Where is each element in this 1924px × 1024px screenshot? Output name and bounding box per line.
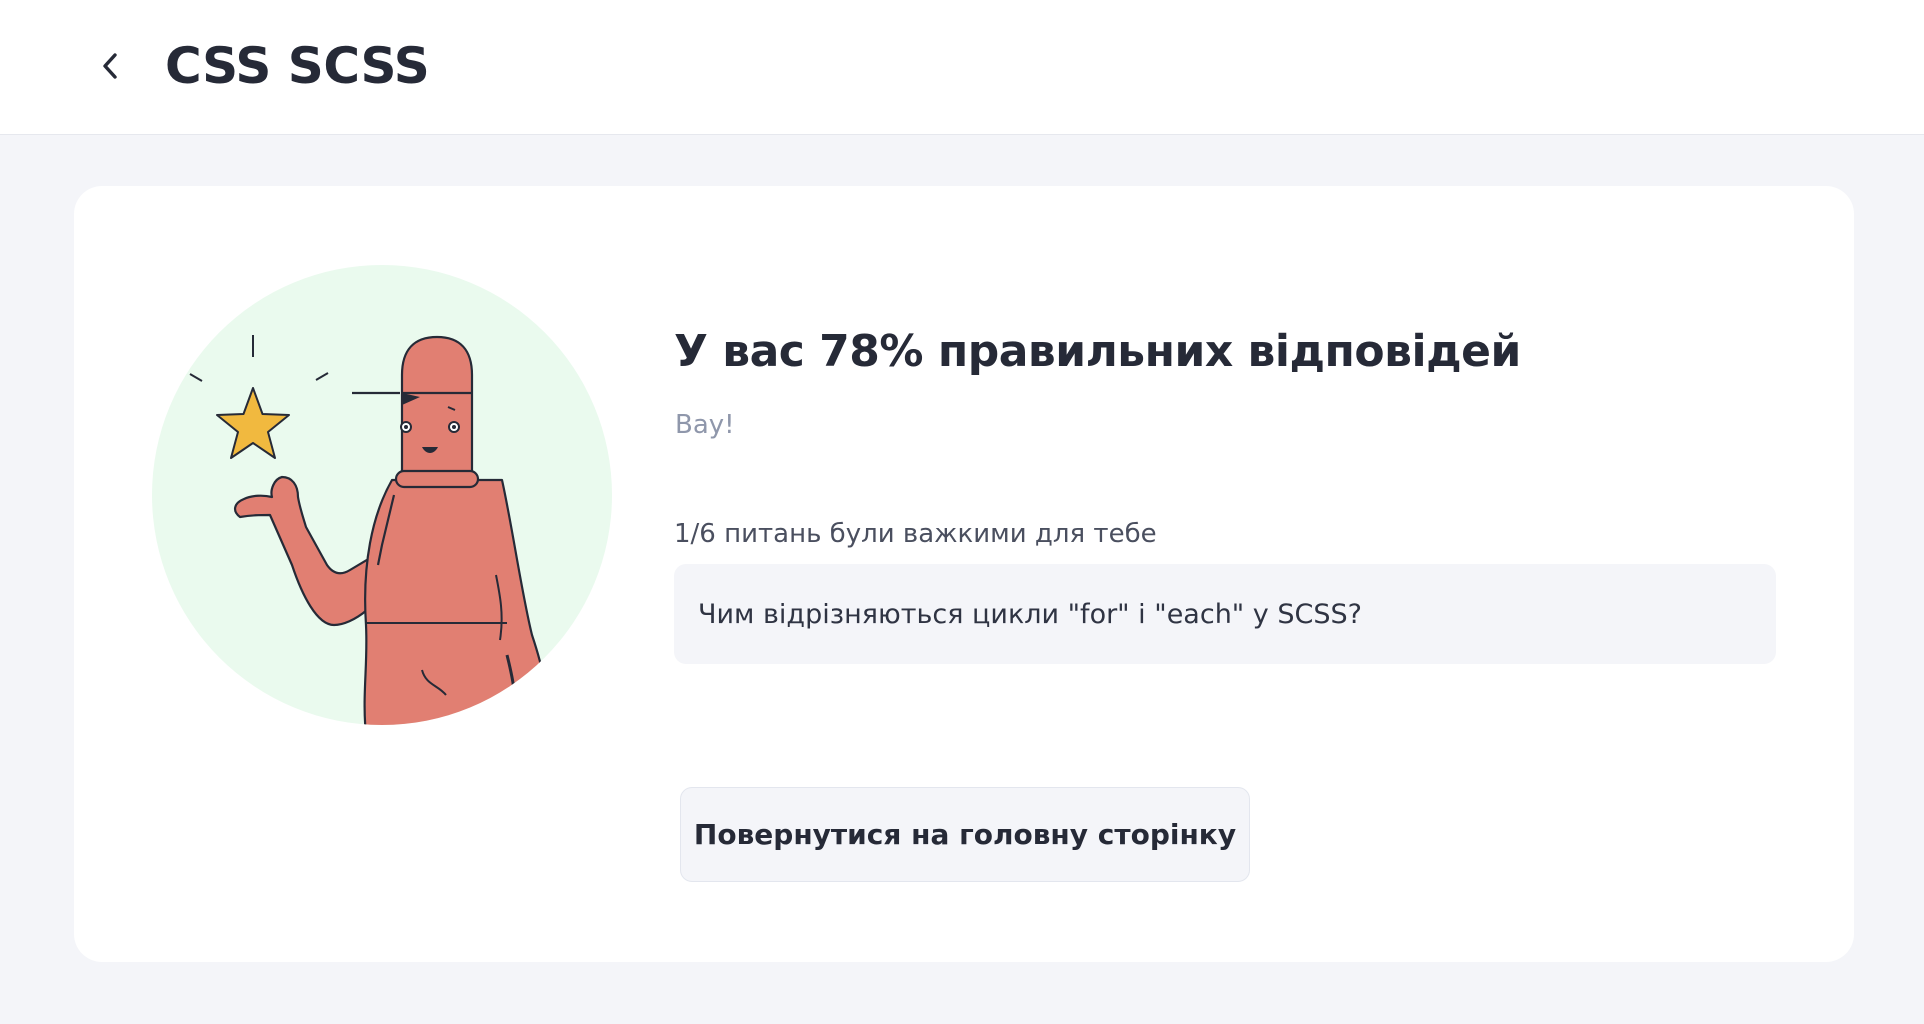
result-title: У вас 78% правильних відповідей (674, 326, 1521, 377)
hard-question-item: Чим відрізняються цикли "for" і "each" у… (674, 564, 1776, 664)
page-title: CSS SCSS (165, 37, 430, 95)
back-to-home-button[interactable]: Повернутися на головну сторінку (680, 787, 1250, 882)
celebration-illustration (152, 265, 612, 725)
chevron-left-icon (103, 53, 117, 79)
hard-questions-count: 1/6 питань були важкими для тебе (674, 519, 1157, 549)
top-bar: CSS SCSS (0, 0, 1924, 135)
results-card: У вас 78% правильних відповідей Вау! 1/6… (74, 186, 1854, 962)
back-button[interactable] (88, 44, 132, 88)
hard-question-text: Чим відрізняються цикли "for" і "each" у… (698, 598, 1362, 630)
result-subtitle: Вау! (675, 410, 735, 440)
